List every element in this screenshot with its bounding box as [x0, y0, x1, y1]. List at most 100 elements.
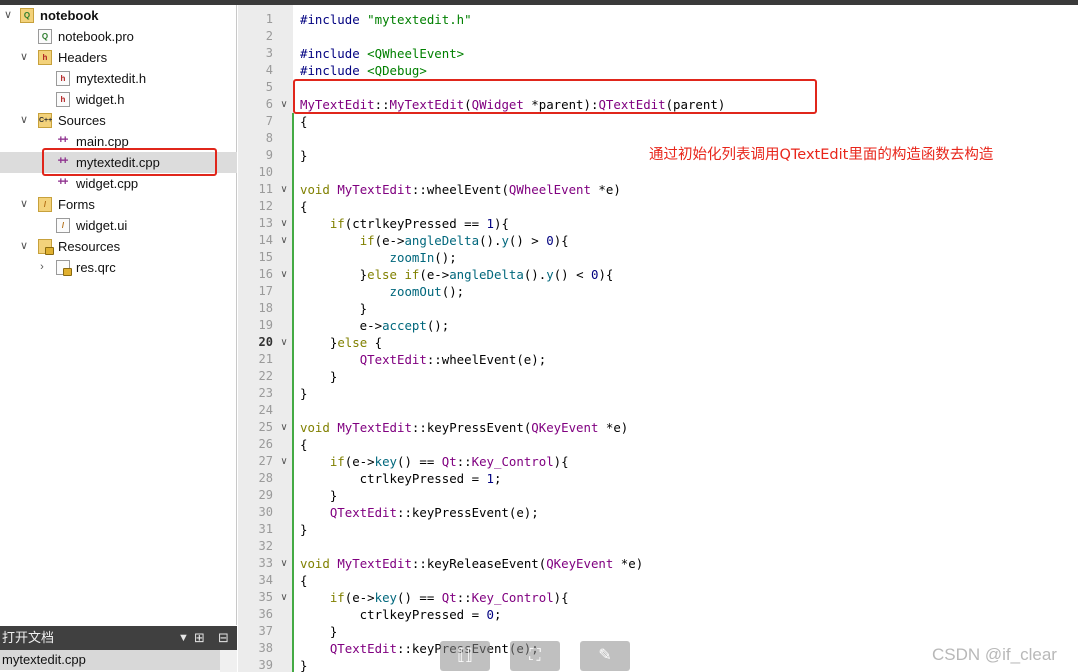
chevron-down-icon[interactable]: ∨	[18, 194, 30, 215]
change-marker	[292, 589, 294, 606]
tree-item-sources[interactable]: ∨ C++ Sources	[0, 110, 237, 131]
tree-item-header-file[interactable]: h mytextedit.h	[0, 68, 237, 89]
tree-item-headers[interactable]: ∨ h Headers	[0, 47, 237, 68]
code-line[interactable]: }	[300, 623, 337, 640]
line-number: 1	[265, 12, 273, 26]
code-line[interactable]: }	[300, 385, 307, 402]
code-line[interactable]: void MyTextEdit::keyPressEvent(QKeyEvent…	[300, 419, 628, 436]
code-line[interactable]: }	[300, 521, 307, 538]
chevron-down-icon[interactable]: ∨	[18, 110, 30, 131]
close-pane-icon[interactable]: ⊟	[218, 626, 229, 650]
code-line[interactable]: }	[300, 147, 307, 164]
code-line[interactable]: e->accept();	[300, 317, 450, 334]
change-marker	[292, 521, 294, 538]
code-line[interactable]: }else {	[300, 334, 382, 351]
code-line[interactable]: zoomOut();	[300, 283, 465, 300]
code-line[interactable]: {	[300, 436, 307, 453]
chevron-down-icon[interactable]: ∨	[2, 5, 14, 26]
tree-item-header-file[interactable]: h widget.h	[0, 89, 237, 110]
chevron-down-icon[interactable]: ∨	[18, 47, 30, 68]
code-line[interactable]: }else if(e->angleDelta().y() < 0){	[300, 266, 614, 283]
code-line[interactable]: #include "mytextedit.h"	[300, 11, 472, 28]
line-number: 23	[258, 386, 273, 400]
change-marker	[292, 113, 294, 130]
fold-toggle-icon[interactable]: ∨	[278, 334, 290, 351]
line-number: 38	[258, 641, 273, 655]
code-line[interactable]: QTextEdit::keyPressEvent(e);	[300, 640, 539, 657]
fold-toggle-icon[interactable]: ∨	[278, 96, 290, 113]
ui-file-icon: /	[56, 218, 70, 233]
fold-toggle-icon[interactable]: ∨	[278, 215, 290, 232]
change-marker	[292, 623, 294, 640]
code-line[interactable]: }	[300, 487, 337, 504]
split-view-icon[interactable]: ⊞	[194, 626, 205, 650]
fold-toggle-icon[interactable]: ∨	[278, 589, 290, 606]
code-line[interactable]: zoomIn();	[300, 249, 457, 266]
line-number: 18	[258, 301, 273, 315]
change-marker	[292, 640, 294, 657]
scrollbar[interactable]	[220, 650, 237, 672]
tree-item-resource-file[interactable]: › res.qrc	[0, 257, 237, 278]
project-name: notebook	[40, 8, 99, 23]
code-line[interactable]: ctrlkeyPressed = 0;	[300, 606, 502, 623]
chevron-right-icon[interactable]: ›	[36, 257, 48, 278]
code-line[interactable]: #include <QDebug>	[300, 62, 427, 79]
code-line[interactable]: }	[300, 368, 337, 385]
code-line[interactable]: if(e->angleDelta().y() > 0){	[300, 232, 569, 249]
dropdown-arrow-icon[interactable]: ▼	[178, 626, 189, 650]
fold-toggle-icon[interactable]: ∨	[278, 555, 290, 572]
line-number: 39	[258, 658, 273, 672]
source-file-label: widget.cpp	[76, 176, 139, 191]
line-number: 17	[258, 284, 273, 298]
code-line[interactable]: QTextEdit::wheelEvent(e);	[300, 351, 547, 368]
line-number: 16	[258, 267, 273, 281]
tree-item-resources[interactable]: ∨ Resources	[0, 236, 237, 257]
tree-item-form-file[interactable]: / widget.ui	[0, 215, 237, 236]
fold-toggle-icon[interactable]: ∨	[278, 266, 290, 283]
line-number: 5	[265, 80, 273, 94]
fold-toggle-icon[interactable]: ∨	[278, 419, 290, 436]
fold-toggle-icon[interactable]: ∨	[278, 232, 290, 249]
tree-item-source-file[interactable]: ++ widget.cpp	[0, 173, 237, 194]
code-line[interactable]: }	[300, 300, 367, 317]
line-number: 27	[258, 454, 273, 468]
tree-item-pro-file[interactable]: Q notebook.pro	[0, 26, 237, 47]
crop-button[interactable]: ⛶	[510, 641, 560, 671]
highlight-box-selected-file	[42, 148, 217, 176]
tree-item-project[interactable]: ∨ Q notebook	[0, 5, 237, 26]
chevron-down-icon[interactable]: ∨	[18, 236, 30, 257]
line-number: 12	[258, 199, 273, 213]
fold-toggle-icon[interactable]: ∨	[278, 453, 290, 470]
code-line[interactable]: if(e->key() == Qt::Key_Control){	[300, 453, 569, 470]
line-number: 2	[265, 29, 273, 43]
line-number: 30	[258, 505, 273, 519]
pro-file-icon: Q	[38, 29, 52, 44]
line-number: 14	[258, 233, 273, 247]
code-line[interactable]: if(e->key() == Qt::Key_Control){	[300, 589, 569, 606]
line-number: 29	[258, 488, 273, 502]
code-line[interactable]: #include <QWheelEvent>	[300, 45, 464, 62]
change-marker	[292, 470, 294, 487]
code-line[interactable]: void MyTextEdit::keyReleaseEvent(QKeyEve…	[300, 555, 643, 572]
sources-label: Sources	[58, 113, 106, 128]
code-line[interactable]: {	[300, 113, 307, 130]
cpp-file-icon: ++	[57, 134, 69, 146]
code-line[interactable]: {	[300, 572, 307, 589]
screenshot-edit-button[interactable]: ✎	[580, 641, 630, 671]
line-number: 11	[258, 182, 273, 196]
change-marker	[292, 555, 294, 572]
tree-item-forms[interactable]: ∨ / Forms	[0, 194, 237, 215]
code-line[interactable]: QTextEdit::keyPressEvent(e);	[300, 504, 539, 521]
code-line[interactable]: ctrlkeyPressed = 1;	[300, 470, 502, 487]
line-number: 31	[258, 522, 273, 536]
code-line[interactable]: {	[300, 198, 307, 215]
split-view-button[interactable]: ⟦⟧	[440, 641, 490, 671]
change-marker	[292, 538, 294, 555]
form-file-label: widget.ui	[76, 218, 128, 233]
code-line[interactable]: }	[300, 657, 307, 672]
code-line[interactable]: void MyTextEdit::wheelEvent(QWheelEvent …	[300, 181, 621, 198]
open-document-item[interactable]: mytextedit.cpp	[0, 650, 220, 670]
line-number: 20	[258, 335, 273, 349]
code-line[interactable]: if(ctrlkeyPressed == 1){	[300, 215, 509, 232]
fold-toggle-icon[interactable]: ∨	[278, 181, 290, 198]
